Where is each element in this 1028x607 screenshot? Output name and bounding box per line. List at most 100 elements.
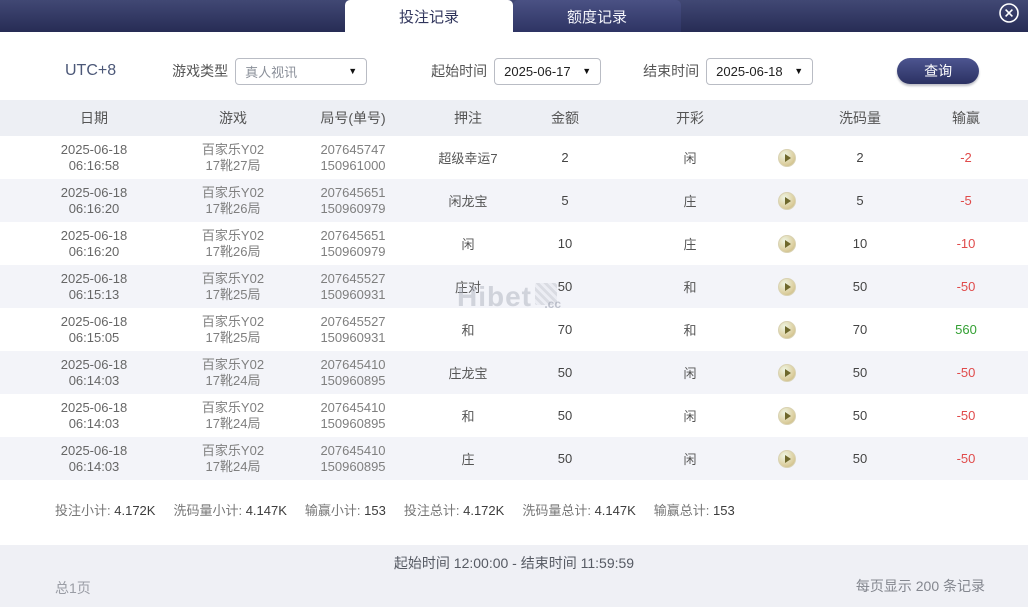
round-number-cell: 207645410 150960895	[320, 442, 386, 474]
start-date-value: 2025-06-17	[504, 63, 571, 79]
bet-type-cell: 庄对	[454, 280, 481, 295]
tab-bar: 投注记录 额度记录	[345, 0, 681, 32]
game-cell: 百家乐Y02 17靴24局	[201, 399, 265, 431]
play-button[interactable]	[778, 277, 796, 296]
footer-bar: 起始时间 12:00:00 - 结束时间 11:59:59 总1页 每页显示 2…	[0, 545, 1028, 607]
table-body: 2025-06-18 06:16:58 百家乐Y02 17靴27局 207645…	[0, 136, 1028, 480]
replay-cell	[758, 191, 816, 210]
date-cell: 2025-06-18 06:16:58	[60, 141, 128, 173]
replay-cell	[758, 320, 816, 339]
date-cell: 2025-06-18 06:16:20	[60, 184, 128, 216]
winloss-cell: -50	[956, 451, 976, 466]
col-header-date: 日期	[80, 110, 108, 126]
close-icon	[998, 2, 1020, 29]
tab-quota-records[interactable]: 额度记录	[513, 0, 681, 32]
date-cell: 2025-06-18 06:14:03	[60, 399, 128, 431]
wash-amount-cell: 50	[852, 365, 868, 380]
page-count: 总1页	[55, 580, 91, 596]
start-date-select[interactable]: 2025-06-17 ▼	[494, 57, 602, 85]
date-cell: 2025-06-18 06:15:05	[60, 313, 128, 345]
col-header-game: 游戏	[219, 110, 247, 126]
round-number-cell: 207645410 150960895	[320, 399, 386, 431]
wash-amount-cell: 5	[856, 193, 864, 208]
round-number-cell: 207645410 150960895	[320, 356, 386, 388]
play-button[interactable]	[778, 234, 796, 253]
col-header-amount: 金额	[551, 110, 579, 126]
table-row: 2025-06-18 06:15:05 百家乐Y02 17靴25局 207645…	[0, 308, 1028, 351]
bet-type-cell: 庄龙宝	[448, 366, 488, 381]
close-button[interactable]	[997, 2, 1021, 29]
result-cell: 闲	[683, 366, 697, 381]
chevron-down-icon: ▼	[348, 66, 358, 76]
amount-cell: 50	[557, 451, 573, 466]
amount-cell: 70	[557, 322, 573, 337]
amount-cell: 50	[557, 408, 573, 423]
play-icon	[785, 196, 791, 205]
result-cell: 闲	[683, 409, 697, 424]
play-icon	[785, 239, 791, 248]
replay-cell	[758, 277, 816, 296]
summary-item: 洗码量小计: 4.147K	[173, 503, 287, 518]
end-date-select[interactable]: 2025-06-18 ▼	[706, 57, 814, 85]
round-number-cell: 207645527 150960931	[320, 313, 386, 345]
replay-cell	[758, 449, 816, 468]
table-row: 2025-06-18 06:16:20 百家乐Y02 17靴26局 207645…	[0, 179, 1028, 222]
bet-type-cell: 和	[461, 409, 475, 424]
date-cell: 2025-06-18 06:14:03	[60, 442, 128, 474]
play-icon	[785, 153, 791, 162]
game-type-select[interactable]: 真人视讯 ▼	[235, 57, 368, 85]
bet-type-cell: 和	[461, 323, 475, 338]
wash-amount-cell: 50	[852, 451, 868, 466]
title-bar: 投注记录 额度记录	[0, 0, 1028, 32]
summary-item: 输赢总计: 153	[653, 503, 735, 518]
result-cell: 闲	[683, 452, 697, 467]
play-button[interactable]	[778, 406, 796, 425]
replay-cell	[758, 363, 816, 382]
amount-cell: 5	[561, 193, 569, 208]
bet-type-cell: 闲	[461, 237, 475, 252]
bet-type-cell: 闲龙宝	[448, 194, 488, 209]
play-button[interactable]	[778, 363, 796, 382]
amount-cell: 2	[561, 150, 569, 165]
chevron-down-icon: ▼	[794, 66, 804, 76]
table-row: 2025-06-18 06:14:03 百家乐Y02 17靴24局 207645…	[0, 437, 1028, 480]
bet-type-cell: 庄	[461, 452, 475, 467]
winloss-cell: -2	[960, 150, 972, 165]
winloss-cell: -10	[956, 236, 976, 251]
result-cell: 庄	[683, 194, 697, 209]
winloss-cell: -5	[960, 193, 972, 208]
game-cell: 百家乐Y02 17靴24局	[201, 356, 265, 388]
chevron-down-icon: ▼	[582, 66, 592, 76]
amount-cell: 50	[557, 279, 573, 294]
end-time-label: 结束时间	[643, 63, 700, 79]
wash-amount-cell: 10	[852, 236, 868, 251]
timezone-label: UTC+8	[65, 62, 117, 79]
start-time-label: 起始时间	[431, 63, 488, 79]
play-button[interactable]	[778, 320, 796, 339]
bet-type-cell: 超级幸运7	[438, 151, 498, 166]
col-header-round: 局号(单号)	[320, 110, 386, 126]
amount-cell: 50	[557, 365, 573, 380]
replay-cell	[758, 234, 816, 253]
game-type-value: 真人视讯	[245, 64, 298, 80]
play-button[interactable]	[778, 449, 796, 468]
play-button[interactable]	[778, 148, 796, 167]
wash-amount-cell: 50	[852, 408, 868, 423]
winloss-cell: -50	[956, 365, 976, 380]
play-button[interactable]	[778, 191, 796, 210]
col-header-winloss: 输赢	[952, 110, 980, 126]
wash-amount-cell: 50	[852, 279, 868, 294]
game-cell: 百家乐Y02 17靴24局	[201, 442, 265, 474]
winloss-cell: -50	[956, 279, 976, 294]
game-type-label: 游戏类型	[172, 63, 229, 79]
table-row: 2025-06-18 06:14:03 百家乐Y02 17靴24局 207645…	[0, 351, 1028, 394]
play-icon	[785, 454, 791, 463]
col-header-bet: 押注	[454, 110, 482, 126]
play-icon	[785, 368, 791, 377]
search-button[interactable]: 查询	[897, 58, 980, 84]
tab-bet-records[interactable]: 投注记录	[345, 0, 513, 32]
per-page-note: 每页显示 200 条记录	[855, 578, 985, 594]
col-header-wash: 洗码量	[839, 110, 881, 126]
game-cell: 百家乐Y02 17靴26局	[201, 227, 265, 259]
winloss-cell: 560	[955, 322, 977, 337]
